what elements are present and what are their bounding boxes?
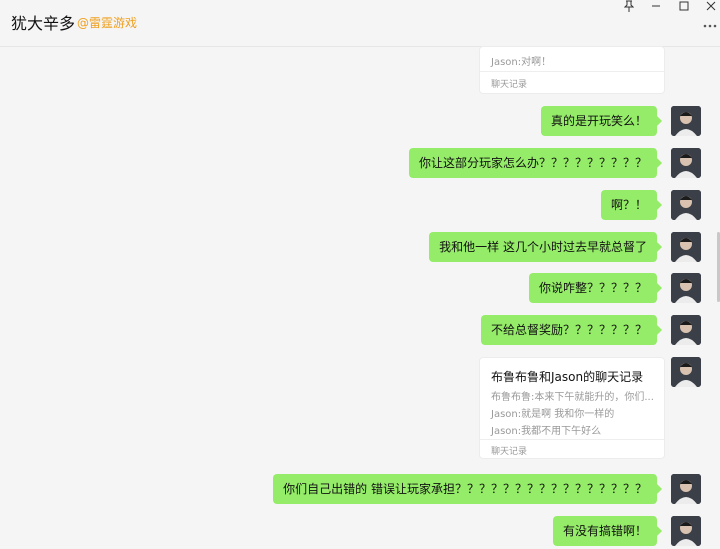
minimize-icon[interactable] (651, 0, 661, 14)
chat-record-line: Jason:我都不用下午好么 (491, 426, 602, 437)
chat-record-card-top[interactable]: Jason:对啊！ 聊天记录 (479, 46, 665, 94)
avatar[interactable] (671, 106, 701, 136)
avatar[interactable] (671, 148, 701, 178)
avatar[interactable] (671, 357, 701, 387)
avatar[interactable] (671, 273, 701, 303)
message-bubble[interactable]: 你让这部分玩家怎么办？？？？？？？？？ (408, 148, 663, 178)
chat-record-line: Jason:就是啊 我和你一样的 (491, 409, 615, 420)
maximize-icon[interactable] (679, 0, 689, 14)
chat-record-title: 布鲁布鲁和Jason的聊天记录 (491, 370, 644, 384)
message-bubble[interactable]: 你们自己出错的 错误让玩家承担？？？？？？？？？？？？？？？？ (273, 474, 662, 504)
card-divider (480, 439, 664, 440)
message-bubble[interactable]: 不给总督奖励？？？？？？？ (480, 315, 663, 345)
message-bubble[interactable]: 真的是开玩笑么！ (540, 106, 663, 136)
chat-title: 犹大辛多 (11, 14, 76, 33)
message-bubble[interactable]: 啊？！ (600, 190, 663, 220)
more-icon[interactable] (703, 17, 717, 33)
card-divider (480, 71, 664, 72)
chat-subtitle[interactable]: @雷霆游戏 (77, 14, 137, 31)
chat-header: 犹大辛多 @雷霆游戏 (0, 0, 720, 47)
pin-icon[interactable] (623, 0, 635, 14)
avatar[interactable] (671, 315, 701, 345)
avatar[interactable] (671, 516, 701, 546)
avatar[interactable] (671, 232, 701, 262)
chat-record-line: 布鲁布鲁:本来下午就能升的，你们... (491, 392, 654, 403)
message-bubble[interactable]: 你说咋整？？？？？ (528, 273, 663, 303)
chat-record-line: Jason:对啊！ (491, 57, 552, 68)
close-icon[interactable] (706, 0, 716, 14)
chat-record-footer: 聊天记录 (491, 80, 528, 90)
avatar[interactable] (671, 190, 701, 220)
avatar[interactable] (671, 474, 701, 504)
chat-record-footer: 聊天记录 (491, 447, 528, 457)
message-bubble[interactable]: 有没有搞错啊！ (552, 516, 663, 546)
message-bubble[interactable]: 我和他一样 这几个小时过去早就总督了 (429, 232, 662, 262)
chat-record-card[interactable]: 布鲁布鲁和Jason的聊天记录 布鲁布鲁:本来下午就能升的，你们... Jaso… (479, 357, 665, 459)
